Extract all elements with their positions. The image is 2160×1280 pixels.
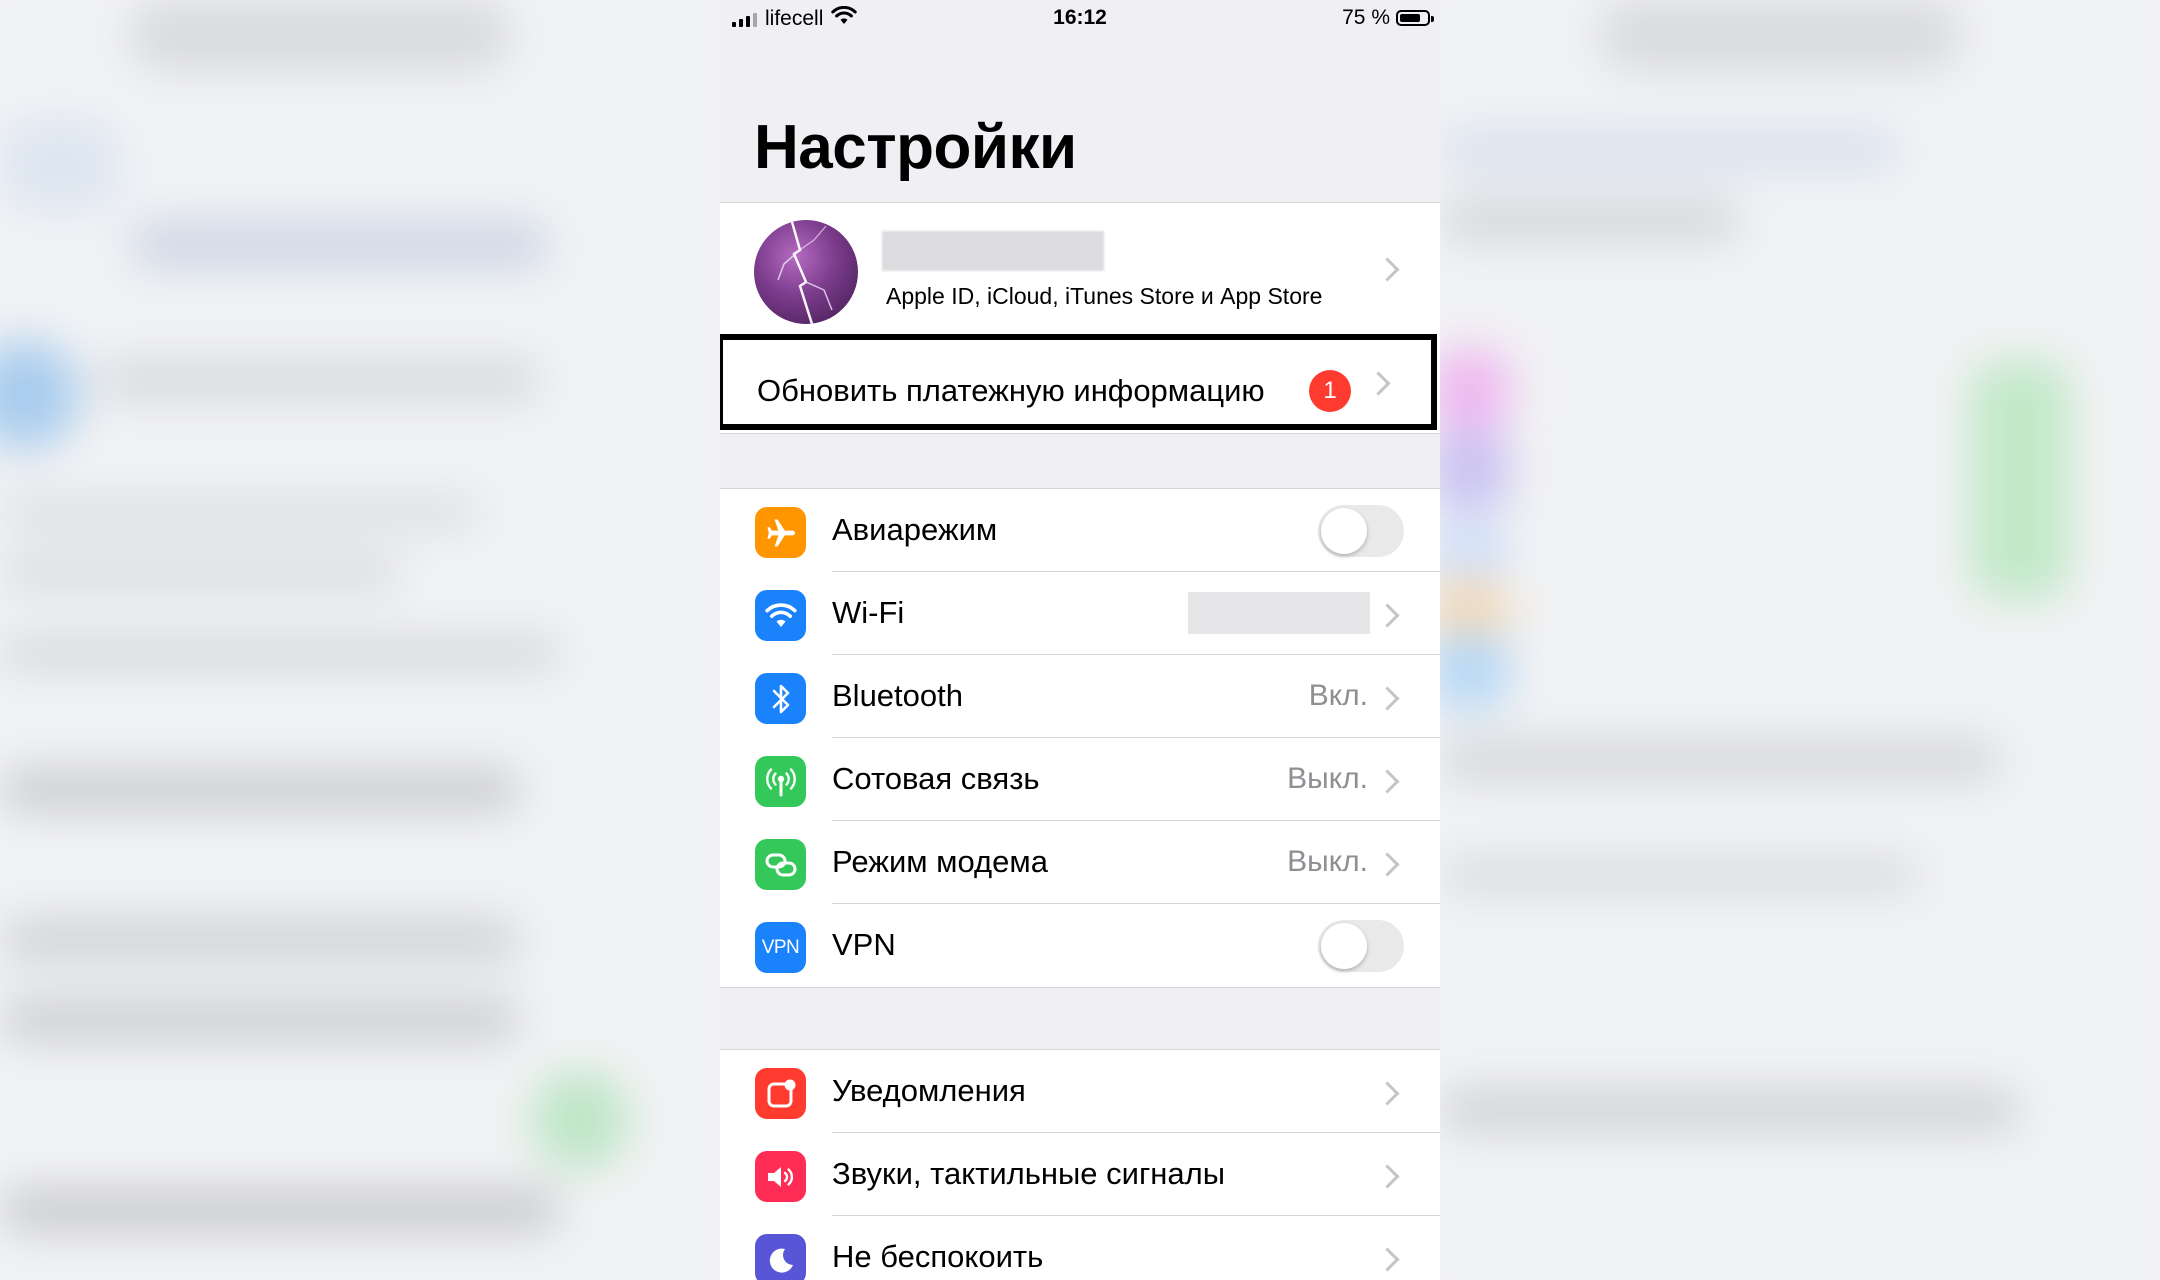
row-label: Авиарежим <box>832 512 998 547</box>
row-label: VPN <box>832 927 896 962</box>
update-payment-info-row[interactable]: Обновить платежную информацию 1 <box>720 334 1437 430</box>
settings-row-personal-hotspot[interactable]: Режим модема Выкл. <box>720 821 1440 904</box>
avatar <box>754 220 858 324</box>
settings-row-airplane-mode[interactable]: Авиарежим <box>720 489 1440 572</box>
wifi-icon <box>755 590 806 641</box>
airplane-mode-toggle[interactable] <box>1318 505 1404 557</box>
row-label: Режим модема <box>832 844 1048 879</box>
sounds-icon <box>755 1151 806 1202</box>
blurred-background-left <box>0 0 720 1280</box>
chevron-right-icon <box>1375 769 1400 794</box>
chevron-right-icon <box>1375 1164 1400 1189</box>
chevron-right-icon <box>1375 686 1400 711</box>
notification-badge: 1 <box>1309 370 1351 412</box>
row-label: Wi-Fi <box>832 595 905 630</box>
settings-row-wifi[interactable]: Wi-Fi <box>720 572 1440 655</box>
chevron-right-icon <box>1366 371 1391 396</box>
row-value: Вкл. <box>1308 679 1368 712</box>
cellular-antenna-icon <box>755 756 806 807</box>
chevron-right-icon <box>1375 852 1400 877</box>
row-value: Выкл. <box>1287 845 1368 878</box>
row-value: Выкл. <box>1287 762 1368 795</box>
vpn-icon: VPN <box>755 922 806 973</box>
settings-screen: lifecell 16:12 75 % Настройки Apple ID, … <box>720 0 1440 1280</box>
profile-subtitle: Apple ID, iCloud, iTunes Store и App Sto… <box>886 283 1323 309</box>
row-label: Уведомления <box>832 1073 1026 1108</box>
settings-row-bluetooth[interactable]: Bluetooth Вкл. <box>720 655 1440 738</box>
status-time: 16:12 <box>1053 6 1107 29</box>
row-label: Bluetooth <box>832 678 963 713</box>
row-label: Сотовая связь <box>832 761 1040 796</box>
settings-row-vpn[interactable]: VPN VPN <box>720 904 1440 987</box>
general-group: Уведомления Звуки, тактильные сигналы Не… <box>720 1049 1440 1280</box>
account-name-redacted <box>882 231 1104 271</box>
wifi-network-name-redacted <box>1188 592 1370 634</box>
moon-icon <box>755 1234 806 1280</box>
status-bar: lifecell 16:12 75 % <box>720 0 1440 38</box>
chevron-right-icon <box>1375 1247 1400 1272</box>
blurred-background-right <box>1440 0 2160 1280</box>
notifications-icon <box>755 1068 806 1119</box>
hotspot-icon <box>755 839 806 890</box>
connectivity-group: Авиарежим Wi-Fi Bluetooth Вкл. Сотовая с… <box>720 488 1440 988</box>
settings-row-do-not-disturb[interactable]: Не беспокоить <box>720 1216 1440 1280</box>
airplane-icon <box>755 507 806 558</box>
chevron-right-icon <box>1375 257 1400 282</box>
chevron-right-icon <box>1375 1081 1400 1106</box>
settings-row-notifications[interactable]: Уведомления <box>720 1050 1440 1133</box>
chevron-right-icon <box>1375 603 1400 628</box>
vpn-toggle[interactable] <box>1318 920 1404 972</box>
battery-percentage: 75 % <box>1342 6 1390 29</box>
row-label: Не беспокоить <box>832 1239 1044 1274</box>
account-group: Apple ID, iCloud, iTunes Store и App Sto… <box>720 202 1440 434</box>
battery-icon <box>1396 10 1434 26</box>
payment-row-label: Обновить платежную информацию <box>757 373 1265 408</box>
row-label: Звуки, тактильные сигналы <box>832 1156 1225 1191</box>
settings-row-sounds[interactable]: Звуки, тактильные сигналы <box>720 1133 1440 1216</box>
vpn-icon-text: VPN <box>761 936 800 958</box>
settings-row-cellular[interactable]: Сотовая связь Выкл. <box>720 738 1440 821</box>
bluetooth-icon <box>755 673 806 724</box>
page-title: Настройки <box>754 113 1077 182</box>
apple-id-profile-row[interactable]: Apple ID, iCloud, iTunes Store и App Sto… <box>720 203 1440 333</box>
